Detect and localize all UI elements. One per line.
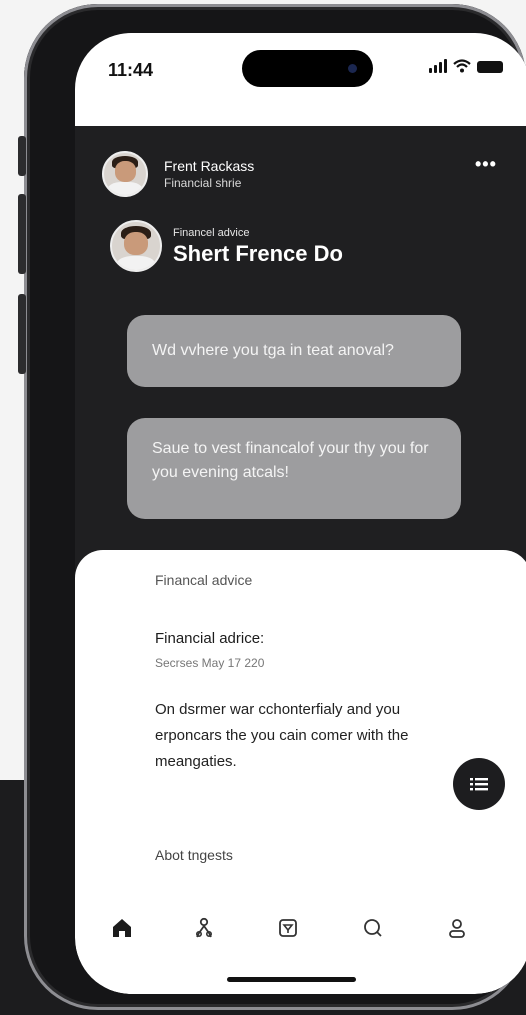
side-button (18, 294, 26, 374)
more-options-icon[interactable]: ••• (475, 154, 497, 175)
card-section-label: Financal advice (155, 572, 253, 588)
wifi-icon (453, 59, 471, 73)
home-icon (113, 919, 131, 937)
status-time: 11:44 (108, 60, 154, 80)
entry-date: Secrses May 17 220 (155, 656, 265, 670)
search-icon (364, 919, 382, 937)
side-button (18, 194, 26, 274)
profile-avatar[interactable] (110, 220, 162, 272)
nav-people-button[interactable] (189, 913, 219, 943)
camera-icon (348, 64, 357, 73)
card-footer-text[interactable]: Abot tngests (155, 847, 233, 863)
profile-title: Shert Frence Do (173, 241, 343, 266)
menu-fab-button[interactable] (453, 758, 505, 810)
screen: 11:44 Frent Rackass Financial shrie ••• … (75, 33, 526, 994)
entry-title: Financial adrice: (155, 630, 265, 647)
message-bubble[interactable]: Saue to vest financalof your thy you for… (127, 418, 461, 519)
nav-profile-button[interactable] (442, 913, 472, 943)
message-text: Wd vvhere you tga in teat anoval? (152, 342, 394, 359)
header-avatar[interactable] (102, 151, 148, 197)
nav-inbox-button[interactable] (273, 913, 303, 943)
message-bubble[interactable]: Wd vvhere you tga in teat anoval? (127, 315, 461, 387)
chat-area: Frent Rackass Financial shrie ••• Financ… (75, 126, 526, 556)
status-icons (429, 59, 503, 73)
status-bar: 11:44 (75, 33, 526, 126)
battery-icon (477, 61, 503, 73)
bottom-nav (75, 913, 526, 953)
profile-icon (449, 919, 465, 938)
home-indicator[interactable] (227, 977, 356, 982)
header-subtitle: Financial shrie (164, 176, 242, 190)
list-icon (470, 778, 488, 791)
inbox-icon (279, 919, 297, 937)
signal-icon (429, 59, 447, 73)
nav-home-button[interactable] (107, 913, 137, 943)
nav-search-button[interactable] (358, 913, 388, 943)
people-icon (196, 917, 213, 938)
entry-body: On dsrmer war cchonterfialy and you erpo… (155, 701, 409, 770)
message-text: Saue to vest financalof your thy you for… (152, 440, 429, 481)
phone-frame: 11:44 Frent Rackass Financial shrie ••• … (18, 4, 526, 1010)
dynamic-island (242, 50, 373, 87)
profile-label: Financel advice (173, 227, 250, 239)
header-name: Frent Rackass (164, 158, 255, 174)
side-button (18, 136, 26, 176)
